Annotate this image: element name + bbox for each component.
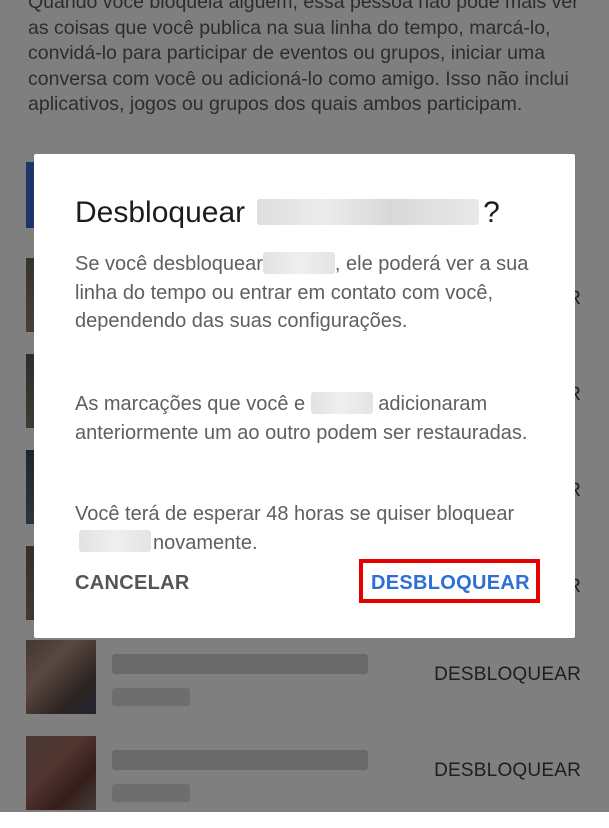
blurred-user-name	[79, 530, 151, 553]
dialog-paragraph-2: As marcações que você e adicionaram ante…	[75, 390, 545, 447]
unblock-dialog: Desbloquear? Se você desbloquear, ele po…	[34, 154, 575, 638]
blurred-user-name	[310, 391, 373, 414]
blurred-user-name	[257, 199, 480, 226]
dialog-title-prefix: Desbloquear	[75, 196, 246, 229]
p2-text-a: As marcações que você e	[75, 393, 306, 415]
dialog-paragraph-1: Se você desbloquear, ele poderá ver a su…	[75, 250, 545, 336]
p1-text-a: Se você desbloquear	[75, 253, 263, 275]
p3-text-a: Você terá de esperar 48 horas se quiser …	[75, 503, 515, 525]
dialog-title: Desbloquear?	[75, 196, 500, 230]
cancel-button[interactable]: CANCELAR	[75, 572, 190, 595]
dialog-title-suffix: ?	[483, 196, 500, 229]
dialog-paragraph-3: Você terá de esperar 48 horas se quiser …	[75, 500, 545, 557]
unblock-button[interactable]: DESBLOQUEAR	[371, 572, 530, 595]
blurred-user-name	[262, 251, 335, 274]
p3-text-b: novamente.	[153, 531, 258, 554]
